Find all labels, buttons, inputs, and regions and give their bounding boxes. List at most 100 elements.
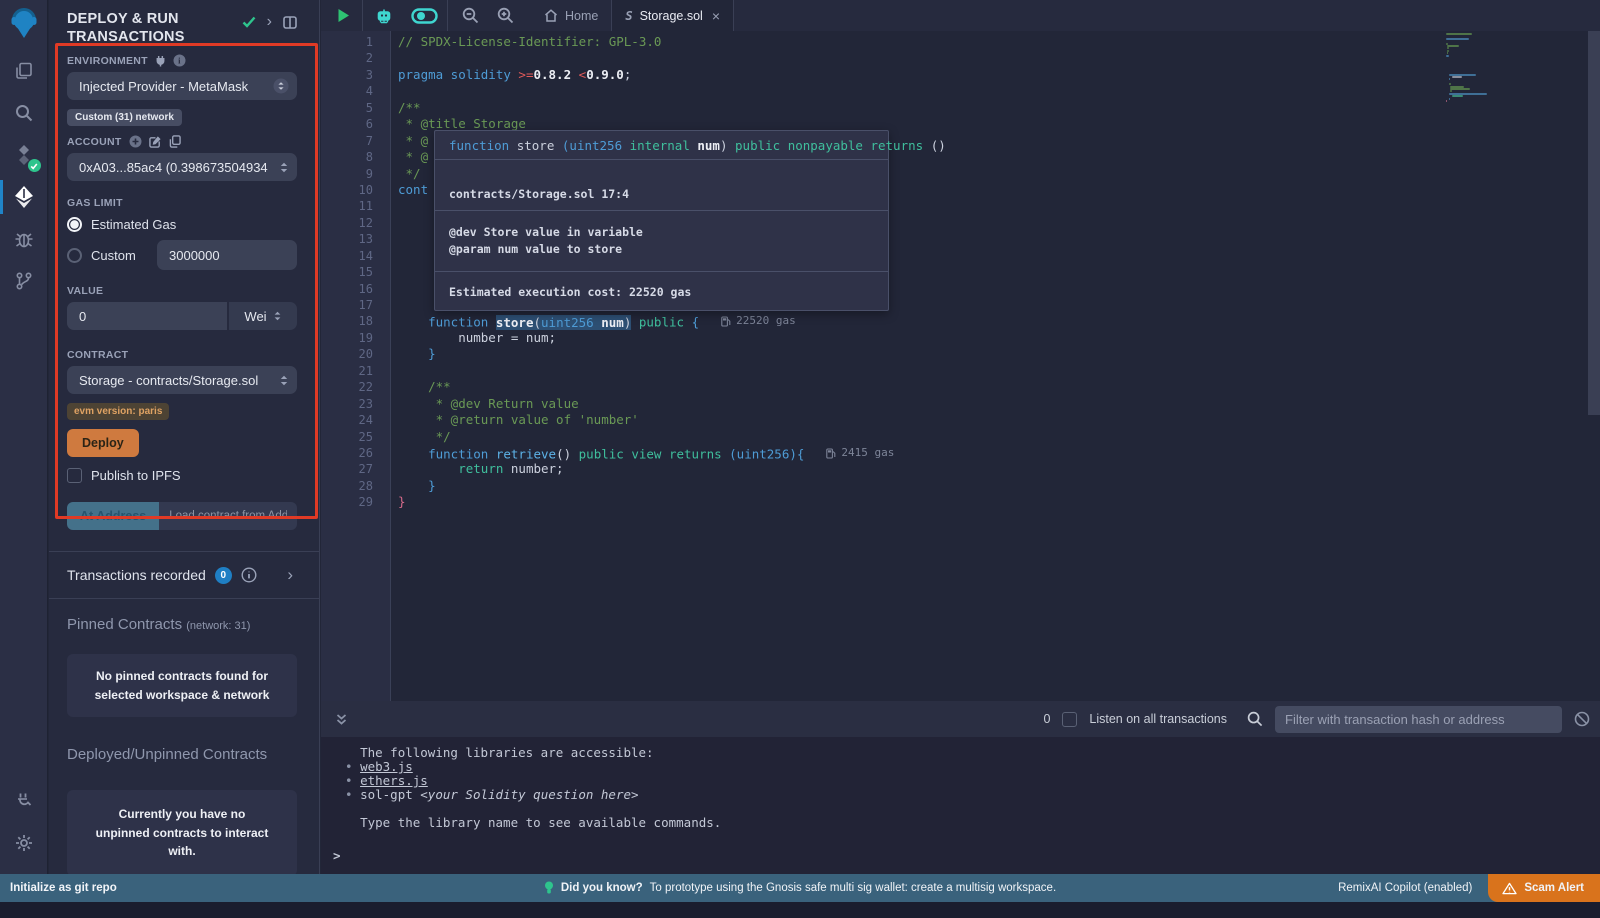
code-line: function store(uint256 num) public {2252… [398, 313, 1600, 329]
copilot-status[interactable]: RemixAI Copilot (enabled) [1338, 882, 1472, 894]
add-account-icon[interactable] [129, 135, 142, 148]
zoom-in-icon[interactable] [488, 0, 523, 31]
terminal-line: The following libraries are accessible: [345, 746, 1600, 760]
remix-ide-window: DEPLOY & RUN TRANSACTIONS › ENVIRONMENT … [0, 0, 1600, 918]
terminal-output: The following libraries are accessible:•… [345, 746, 1600, 830]
code-line: } [398, 478, 1600, 494]
custom-gas-option[interactable]: Custom [67, 240, 297, 270]
copilot-toggle[interactable] [402, 0, 447, 31]
transaction-filter-input[interactable] [1275, 706, 1562, 733]
compile-check-icon [242, 16, 256, 28]
estimated-gas-option[interactable]: Estimated Gas [67, 217, 297, 232]
deploy-run-icon[interactable] [7, 180, 41, 214]
close-icon[interactable]: × [712, 8, 720, 24]
compiler-success-badge [28, 159, 41, 172]
publish-ipfs-label: Publish to IPFS [91, 468, 181, 483]
network-badge: Custom (31) network [67, 109, 182, 126]
gas-limit-label: GAS LIMIT [67, 197, 297, 209]
search-icon[interactable] [7, 96, 41, 130]
remix-logo[interactable] [7, 6, 41, 40]
toolbar-divider [733, 0, 734, 31]
debugger-icon[interactable] [7, 222, 41, 256]
terminal-body[interactable]: The following libraries are accessible:•… [321, 737, 1600, 863]
tab-storage-sol[interactable]: S Storage.sol × [612, 0, 733, 31]
git-icon[interactable] [7, 264, 41, 298]
forward-chevron-icon[interactable]: › [267, 13, 272, 31]
main-area: Home S Storage.sol × 1234567891011121314… [321, 0, 1600, 874]
environment-label: ENVIRONMENT i [67, 54, 297, 67]
code-line: // SPDX-License-Identifier: GPL-3.0 [398, 34, 1600, 50]
listen-all-checkbox[interactable] [1062, 712, 1077, 727]
svg-text:i: i [178, 56, 181, 66]
chevron-up-down-icon [273, 310, 282, 322]
panel-title: DEPLOY & RUN TRANSACTIONS [67, 10, 237, 46]
deploy-button[interactable]: Deploy [67, 429, 139, 457]
active-plugin-indicator [0, 180, 3, 214]
scam-alert-button[interactable]: Scam Alert [1488, 874, 1600, 902]
custom-gas-input[interactable] [157, 240, 297, 270]
editor-scrollbar[interactable] [1588, 31, 1600, 415]
terminal-prompt[interactable]: > [333, 848, 1600, 863]
code-line: } [398, 494, 1600, 510]
contract-select[interactable]: Storage - contracts/Storage.sol [67, 366, 297, 394]
code-line: function retrieve() public view returns … [398, 445, 1600, 461]
copy-account-icon[interactable] [169, 135, 181, 148]
value-input[interactable] [67, 302, 227, 330]
status-bar: Initialize as git repo Did you know? To … [0, 874, 1600, 902]
transactions-recorded-row: Transactions recorded 0 › [67, 565, 297, 585]
search-icon [1247, 711, 1263, 727]
value-unit-select[interactable]: Wei [229, 302, 297, 330]
edit-account-icon[interactable] [149, 135, 162, 148]
zoom-out-icon[interactable] [448, 0, 488, 31]
evm-version-badge: evm version: paris [67, 403, 169, 420]
settings-icon[interactable] [7, 826, 41, 860]
at-address-button[interactable]: At Address [67, 502, 159, 530]
ban-icon[interactable] [1574, 711, 1590, 727]
warning-triangle-icon [1502, 882, 1517, 895]
minimap[interactable] [1446, 33, 1516, 102]
environment-select[interactable]: Injected Provider - MetaMask [67, 72, 297, 100]
ai-robot-icon[interactable] [363, 0, 402, 31]
solidity-compiler-icon[interactable] [7, 138, 41, 172]
tab-home[interactable]: Home [531, 0, 611, 31]
tooltip-cost: Estimated execution cost: 22520 gas [435, 272, 888, 310]
account-select[interactable]: 0xA03...85ac4 (0.398673504934 [67, 153, 297, 181]
pinned-network-subtitle: (network: 31) [186, 620, 250, 632]
gas-estimate: 22520 gas [721, 313, 796, 329]
terminal-line: Type the library name to see available c… [345, 816, 1600, 830]
code-line [398, 50, 1600, 66]
chevron-up-down-icon [273, 78, 289, 94]
custom-gas-radio[interactable] [67, 248, 82, 263]
transactions-count-badge: 0 [215, 567, 232, 584]
code-editor[interactable]: 1234567891011121314151617181920212223242… [321, 31, 1600, 701]
play-icon [337, 8, 350, 23]
editor-gutter: 1234567891011121314151617181920212223242… [321, 31, 391, 701]
collapse-double-chevron-icon[interactable] [331, 713, 352, 726]
publish-ipfs-checkbox[interactable] [67, 468, 82, 483]
divider [49, 598, 319, 599]
editor-toolbar: Home S Storage.sol × [321, 0, 1600, 31]
pinned-empty-message: No pinned contracts found for selected w… [67, 654, 297, 717]
transactions-expand-chevron[interactable]: › [287, 565, 297, 585]
pinned-contracts-title: Pinned Contracts (network: 31) [67, 616, 297, 633]
listen-all-label[interactable]: Listen on all transactions [1089, 712, 1227, 726]
chevron-up-down-icon [279, 374, 289, 387]
publish-ipfs-option[interactable]: Publish to IPFS [67, 468, 297, 483]
code-line: } [398, 346, 1600, 362]
transactions-info-icon[interactable] [241, 567, 257, 583]
split-panel-icon[interactable] [283, 16, 297, 29]
estimated-gas-radio[interactable] [67, 217, 82, 232]
code-line [398, 83, 1600, 99]
plug-icon [155, 55, 166, 67]
run-script-button[interactable] [321, 0, 362, 31]
at-address-input[interactable] [159, 502, 297, 530]
code-line: pragma solidity >=0.8.2 <0.9.0; [398, 67, 1600, 83]
code-line: * @dev Return value [398, 396, 1600, 412]
environment-info-icon[interactable]: i [173, 54, 186, 67]
custom-gas-label: Custom [91, 248, 148, 263]
file-explorer-icon[interactable] [7, 54, 41, 88]
terminal-line: • web3.js [345, 760, 1600, 774]
plugin-manager-icon[interactable] [7, 784, 41, 818]
gas-estimate: 2415 gas [826, 445, 894, 461]
gas-pump-icon [826, 448, 836, 459]
